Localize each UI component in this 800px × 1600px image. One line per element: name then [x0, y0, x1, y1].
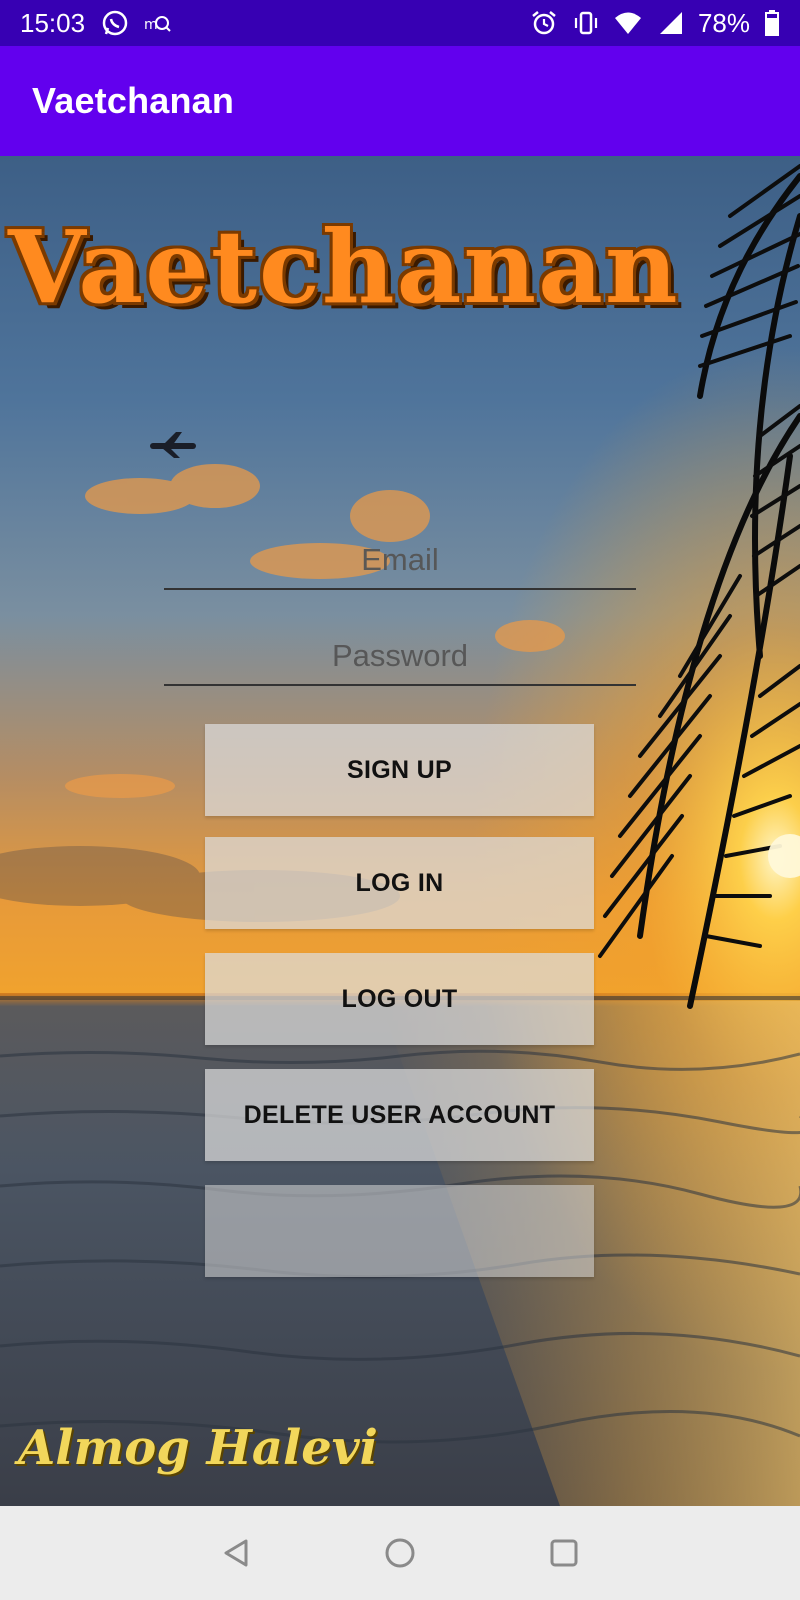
whatsapp-icon: [102, 10, 128, 36]
password-field[interactable]: [164, 627, 636, 686]
app-title: Vaetchanan: [32, 80, 235, 121]
home-icon: [385, 1538, 415, 1568]
log-in-button[interactable]: LOG IN: [205, 837, 594, 929]
app-bar: Vaetchanan: [0, 46, 800, 156]
alarm-icon: [532, 11, 556, 35]
notification-icon: m: [144, 16, 171, 33]
back-icon: [224, 1539, 248, 1567]
status-bar: 15:03 m 78%: [0, 0, 800, 46]
signature-text: Almog Halevi: [18, 1420, 378, 1476]
background-image: [0, 156, 800, 1506]
battery-percent: 78%: [697, 7, 750, 38]
delete-user-account-button[interactable]: DELETE USER ACCOUNT: [205, 1069, 594, 1161]
home-button[interactable]: [375, 1528, 425, 1578]
sign-up-button[interactable]: SIGN UP: [205, 724, 594, 816]
vibrate-icon: [574, 11, 598, 35]
password-input[interactable]: [164, 627, 636, 685]
recents-button[interactable]: [539, 1528, 589, 1578]
log-out-button[interactable]: LOG OUT: [205, 953, 594, 1045]
recents-icon: [550, 1539, 578, 1567]
blank-button[interactable]: [205, 1185, 594, 1277]
back-button[interactable]: [211, 1528, 261, 1578]
clock: 15:03: [20, 7, 86, 38]
battery-icon: [765, 10, 779, 36]
logo-text: Vaetchanan: [8, 208, 680, 326]
email-input[interactable]: [164, 531, 636, 589]
signal-icon: [659, 12, 682, 34]
logo-banner: Vaetchanan: [8, 208, 798, 326]
email-field[interactable]: [164, 531, 636, 590]
navigation-bar: [0, 1506, 800, 1600]
wifi-icon: [614, 12, 641, 34]
